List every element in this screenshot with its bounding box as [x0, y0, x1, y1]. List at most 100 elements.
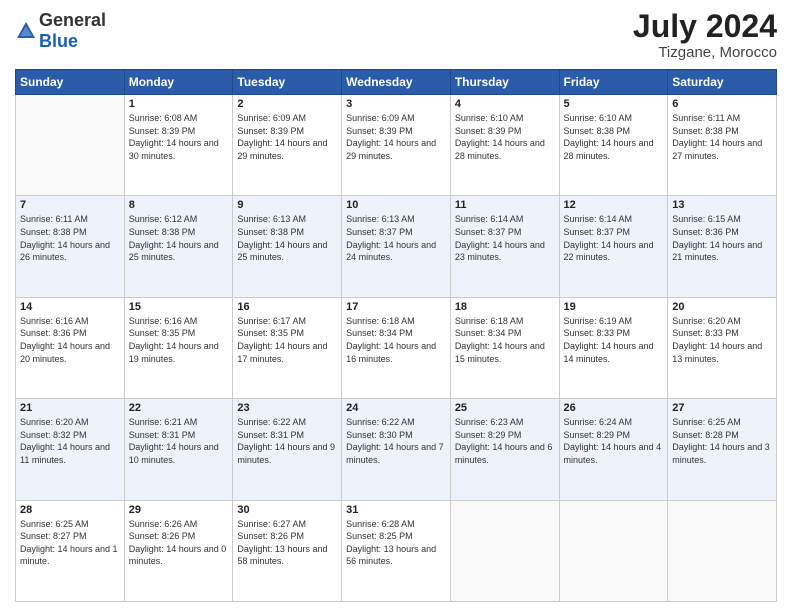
- day-info: Sunrise: 6:20 AM Sunset: 8:33 PM Dayligh…: [672, 315, 772, 365]
- day-info: Sunrise: 6:25 AM Sunset: 8:27 PM Dayligh…: [20, 518, 120, 568]
- header-wednesday: Wednesday: [342, 70, 451, 95]
- day-info: Sunrise: 6:16 AM Sunset: 8:35 PM Dayligh…: [129, 315, 229, 365]
- day-info: Sunrise: 6:10 AM Sunset: 8:39 PM Dayligh…: [455, 112, 555, 162]
- day-info: Sunrise: 6:28 AM Sunset: 8:25 PM Dayligh…: [346, 518, 446, 568]
- header-sunday: Sunday: [16, 70, 125, 95]
- logo-icon: [15, 20, 37, 42]
- table-row: 13Sunrise: 6:15 AM Sunset: 8:36 PM Dayli…: [668, 196, 777, 297]
- weekday-header-row: Sunday Monday Tuesday Wednesday Thursday…: [16, 70, 777, 95]
- title-block: July 2024 Tizgane, Morocco: [633, 10, 777, 61]
- day-number: 11: [455, 199, 555, 211]
- day-number: 10: [346, 199, 446, 211]
- table-row: 14 Sunrise: 6:16 AM Sunset: 8:36 PM Dayli…: [16, 297, 125, 398]
- table-row: [450, 500, 559, 601]
- table-row: 6 Sunrise: 6:11 AM Sunset: 8:38 PM Daylig…: [668, 95, 777, 196]
- table-row: 3 Sunrise: 6:09 AM Sunset: 8:39 PM Daylig…: [342, 95, 451, 196]
- day-number: 2: [237, 98, 337, 110]
- table-row: 19Sunrise: 6:19 AM Sunset: 8:33 PM Dayli…: [559, 297, 668, 398]
- day-info: Sunrise: 6:16 AM Sunset: 8:36 PM Dayligh…: [20, 315, 120, 365]
- header-thursday: Thursday: [450, 70, 559, 95]
- table-row: 17Sunrise: 6:18 AM Sunset: 8:34 PM Dayli…: [342, 297, 451, 398]
- day-number: 14: [20, 301, 120, 313]
- day-number: 20: [672, 301, 772, 313]
- table-row: 9Sunrise: 6:13 AM Sunset: 8:38 PM Daylig…: [233, 196, 342, 297]
- day-info: Sunrise: 6:19 AM Sunset: 8:33 PM Dayligh…: [564, 315, 664, 365]
- day-number: 26: [564, 402, 664, 414]
- day-info: Sunrise: 6:17 AM Sunset: 8:35 PM Dayligh…: [237, 315, 337, 365]
- table-row: 20 Sunrise: 6:20 AM Sunset: 8:33 PM Dayli…: [668, 297, 777, 398]
- logo: General Blue: [15, 10, 106, 52]
- page: General Blue July 2024 Tizgane, Morocco …: [0, 0, 792, 612]
- day-number: 6: [672, 98, 772, 110]
- table-row: 7 Sunrise: 6:11 AM Sunset: 8:38 PM Daylig…: [16, 196, 125, 297]
- header-friday: Friday: [559, 70, 668, 95]
- day-info: Sunrise: 6:12 AM Sunset: 8:38 PM Dayligh…: [129, 213, 229, 263]
- calendar-week-row: 28 Sunrise: 6:25 AM Sunset: 8:27 PM Dayli…: [16, 500, 777, 601]
- day-info: Sunrise: 6:18 AM Sunset: 8:34 PM Dayligh…: [455, 315, 555, 365]
- table-row: 30Sunrise: 6:27 AM Sunset: 8:26 PM Dayli…: [233, 500, 342, 601]
- day-number: 1: [129, 98, 229, 110]
- day-info: Sunrise: 6:22 AM Sunset: 8:30 PM Dayligh…: [346, 416, 446, 466]
- day-number: 16: [237, 301, 337, 313]
- table-row: 28 Sunrise: 6:25 AM Sunset: 8:27 PM Dayli…: [16, 500, 125, 601]
- day-number: 13: [672, 199, 772, 211]
- logo-general: General: [39, 10, 106, 30]
- table-row: 26Sunrise: 6:24 AM Sunset: 8:29 PM Dayli…: [559, 399, 668, 500]
- table-row: 16 Sunrise: 6:17 AM Sunset: 8:35 PM Dayli…: [233, 297, 342, 398]
- day-info: Sunrise: 6:27 AM Sunset: 8:26 PM Dayligh…: [237, 518, 337, 568]
- calendar-week-row: 7 Sunrise: 6:11 AM Sunset: 8:38 PM Daylig…: [16, 196, 777, 297]
- day-number: 15: [129, 301, 229, 313]
- table-row: 1 Sunrise: 6:08 AM Sunset: 8:39 PM Daylig…: [124, 95, 233, 196]
- day-info: Sunrise: 6:08 AM Sunset: 8:39 PM Dayligh…: [129, 112, 229, 162]
- header-saturday: Saturday: [668, 70, 777, 95]
- day-info: Sunrise: 6:13 AM Sunset: 8:37 PM Dayligh…: [346, 213, 446, 263]
- logo-blue: Blue: [39, 31, 78, 51]
- day-number: 12: [564, 199, 664, 211]
- day-info: Sunrise: 6:23 AM Sunset: 8:29 PM Dayligh…: [455, 416, 555, 466]
- table-row: 25 Sunrise: 6:23 AM Sunset: 8:29 PM Dayli…: [450, 399, 559, 500]
- table-row: 5 Sunrise: 6:10 AM Sunset: 8:38 PM Daylig…: [559, 95, 668, 196]
- day-number: 7: [20, 199, 120, 211]
- table-row: 29 Sunrise: 6:26 AM Sunset: 8:26 PM Dayli…: [124, 500, 233, 601]
- day-number: 31: [346, 504, 446, 516]
- day-number: 9: [237, 199, 337, 211]
- day-info: Sunrise: 6:09 AM Sunset: 8:39 PM Dayligh…: [237, 112, 337, 162]
- location: Tizgane, Morocco: [633, 44, 777, 61]
- day-number: 3: [346, 98, 446, 110]
- day-info: Sunrise: 6:09 AM Sunset: 8:39 PM Dayligh…: [346, 112, 446, 162]
- table-row: 12Sunrise: 6:14 AM Sunset: 8:37 PM Dayli…: [559, 196, 668, 297]
- day-info: Sunrise: 6:21 AM Sunset: 8:31 PM Dayligh…: [129, 416, 229, 466]
- calendar: Sunday Monday Tuesday Wednesday Thursday…: [15, 69, 777, 602]
- table-row: 8Sunrise: 6:12 AM Sunset: 8:38 PM Daylig…: [124, 196, 233, 297]
- day-number: 29: [129, 504, 229, 516]
- month-year: July 2024: [633, 10, 777, 42]
- day-number: 25: [455, 402, 555, 414]
- day-number: 24: [346, 402, 446, 414]
- day-number: 18: [455, 301, 555, 313]
- day-info: Sunrise: 6:10 AM Sunset: 8:38 PM Dayligh…: [564, 112, 664, 162]
- table-row: [668, 500, 777, 601]
- table-row: 11Sunrise: 6:14 AM Sunset: 8:37 PM Dayli…: [450, 196, 559, 297]
- table-row: 31 Sunrise: 6:28 AM Sunset: 8:25 PM Dayli…: [342, 500, 451, 601]
- day-number: 27: [672, 402, 772, 414]
- day-info: Sunrise: 6:22 AM Sunset: 8:31 PM Dayligh…: [237, 416, 337, 466]
- day-number: 21: [20, 402, 120, 414]
- table-row: 27Sunrise: 6:25 AM Sunset: 8:28 PM Dayli…: [668, 399, 777, 500]
- table-row: 23 Sunrise: 6:22 AM Sunset: 8:31 PM Dayli…: [233, 399, 342, 500]
- day-number: 5: [564, 98, 664, 110]
- day-number: 28: [20, 504, 120, 516]
- table-row: 10 Sunrise: 6:13 AM Sunset: 8:37 PM Dayli…: [342, 196, 451, 297]
- logo-text: General Blue: [39, 10, 106, 52]
- day-info: Sunrise: 6:26 AM Sunset: 8:26 PM Dayligh…: [129, 518, 229, 568]
- day-number: 17: [346, 301, 446, 313]
- table-row: 18 Sunrise: 6:18 AM Sunset: 8:34 PM Dayli…: [450, 297, 559, 398]
- day-number: 23: [237, 402, 337, 414]
- table-row: 15 Sunrise: 6:16 AM Sunset: 8:35 PM Dayli…: [124, 297, 233, 398]
- header-monday: Monday: [124, 70, 233, 95]
- day-info: Sunrise: 6:20 AM Sunset: 8:32 PM Dayligh…: [20, 416, 120, 466]
- day-info: Sunrise: 6:11 AM Sunset: 8:38 PM Dayligh…: [20, 213, 120, 263]
- table-row: 4Sunrise: 6:10 AM Sunset: 8:39 PM Daylig…: [450, 95, 559, 196]
- table-row: [16, 95, 125, 196]
- table-row: 2 Sunrise: 6:09 AM Sunset: 8:39 PM Daylig…: [233, 95, 342, 196]
- day-info: Sunrise: 6:11 AM Sunset: 8:38 PM Dayligh…: [672, 112, 772, 162]
